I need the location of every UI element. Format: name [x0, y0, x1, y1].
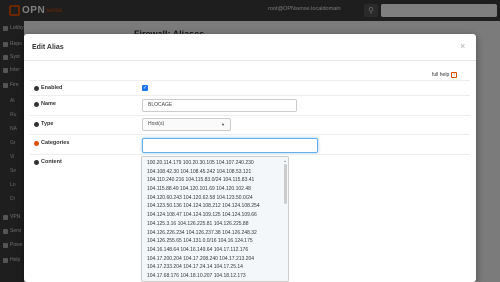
- content-line: 104.125.3.16 104.126.225.81 104.126.225.…: [147, 220, 249, 227]
- content-line: 104.126.255.65 104.131.0.0/16 104.16.124…: [147, 238, 253, 245]
- content-line: 104.17.68.176 104.18.10.207 104.18.12.17…: [147, 272, 246, 279]
- content-label-text: Content: [41, 159, 62, 165]
- content-line: 104.17.200.204 104.17.208.240 104.17.213…: [147, 255, 255, 262]
- divider: [30, 80, 470, 81]
- content-line: 104.17.233.204 104.17.24.14 104.17.25.14: [147, 264, 243, 271]
- content-line: 104.108.42.30 104.108.45.242 104.108.53.…: [147, 168, 252, 175]
- info-icon[interactable]: [34, 140, 39, 146]
- divider: [30, 134, 470, 135]
- info-icon[interactable]: [34, 101, 39, 107]
- enabled-checkbox[interactable]: ✓: [142, 85, 148, 91]
- content-line: 100.20.114.179 100.20.30.105 104.107.240…: [147, 160, 254, 166]
- edit-alias-dialog: Edit Alias × full help ? Enabled ✓ Name …: [24, 34, 476, 282]
- divider: [30, 154, 470, 155]
- dialog-title: Edit Alias: [32, 44, 64, 51]
- info-icon[interactable]: [34, 121, 39, 127]
- full-help-label: full help: [432, 72, 450, 78]
- enabled-label-text: Enabled: [41, 85, 63, 91]
- name-field[interactable]: BLOCAGE: [142, 99, 297, 112]
- enabled-label: Enabled: [34, 85, 62, 91]
- caret-down-icon: ▼: [221, 122, 225, 127]
- divider: [30, 95, 470, 96]
- content-line: 104.126.226.234 104.126.237.38 104.126.2…: [147, 229, 257, 236]
- info-icon[interactable]: [34, 85, 39, 91]
- categories-label-text: Categories: [41, 140, 70, 146]
- content-line: 104.120.60.243 104.120.62.58 104.123.50.…: [147, 194, 253, 201]
- categories-label: Categories: [34, 140, 69, 146]
- info-icon[interactable]: [34, 159, 39, 165]
- type-label: Type: [34, 121, 53, 127]
- toggle-icon: ?: [451, 72, 458, 78]
- categories-input[interactable]: [142, 138, 318, 153]
- content-line: 104.110.240.216 104.115.83.0/24 104.115.…: [147, 177, 255, 184]
- full-help-toggle[interactable]: full help ?: [432, 72, 458, 78]
- content-textarea[interactable]: 100.20.114.179 100.20.30.105 104.107.240…: [141, 156, 289, 282]
- content-scrollbar[interactable]: ▲: [283, 159, 287, 279]
- scrollbar-thumb[interactable]: [283, 164, 287, 204]
- content-line: 104.124.108.47 104.124.109.125 104.124.1…: [147, 212, 257, 219]
- divider: [30, 115, 470, 116]
- name-label-text: Name: [41, 101, 56, 107]
- name-label: Name: [34, 101, 56, 107]
- type-label-text: Type: [41, 121, 54, 127]
- close-icon[interactable]: ×: [460, 41, 465, 51]
- type-select-value: Host(s): [148, 121, 165, 127]
- content-line: 104.115.88.49 104.120.101.69 104.120.102…: [147, 186, 251, 193]
- content-line: 104.123.50.136 104.124.108.212 104.124.1…: [147, 203, 260, 210]
- scroll-up-icon[interactable]: ▲: [283, 159, 287, 163]
- content-label: Content: [34, 159, 62, 165]
- content-line: 104.16.148.64 104.16.149.64 104.17.112.1…: [147, 246, 249, 253]
- type-select[interactable]: Host(s) ▼: [142, 118, 231, 131]
- divider: [24, 60, 476, 61]
